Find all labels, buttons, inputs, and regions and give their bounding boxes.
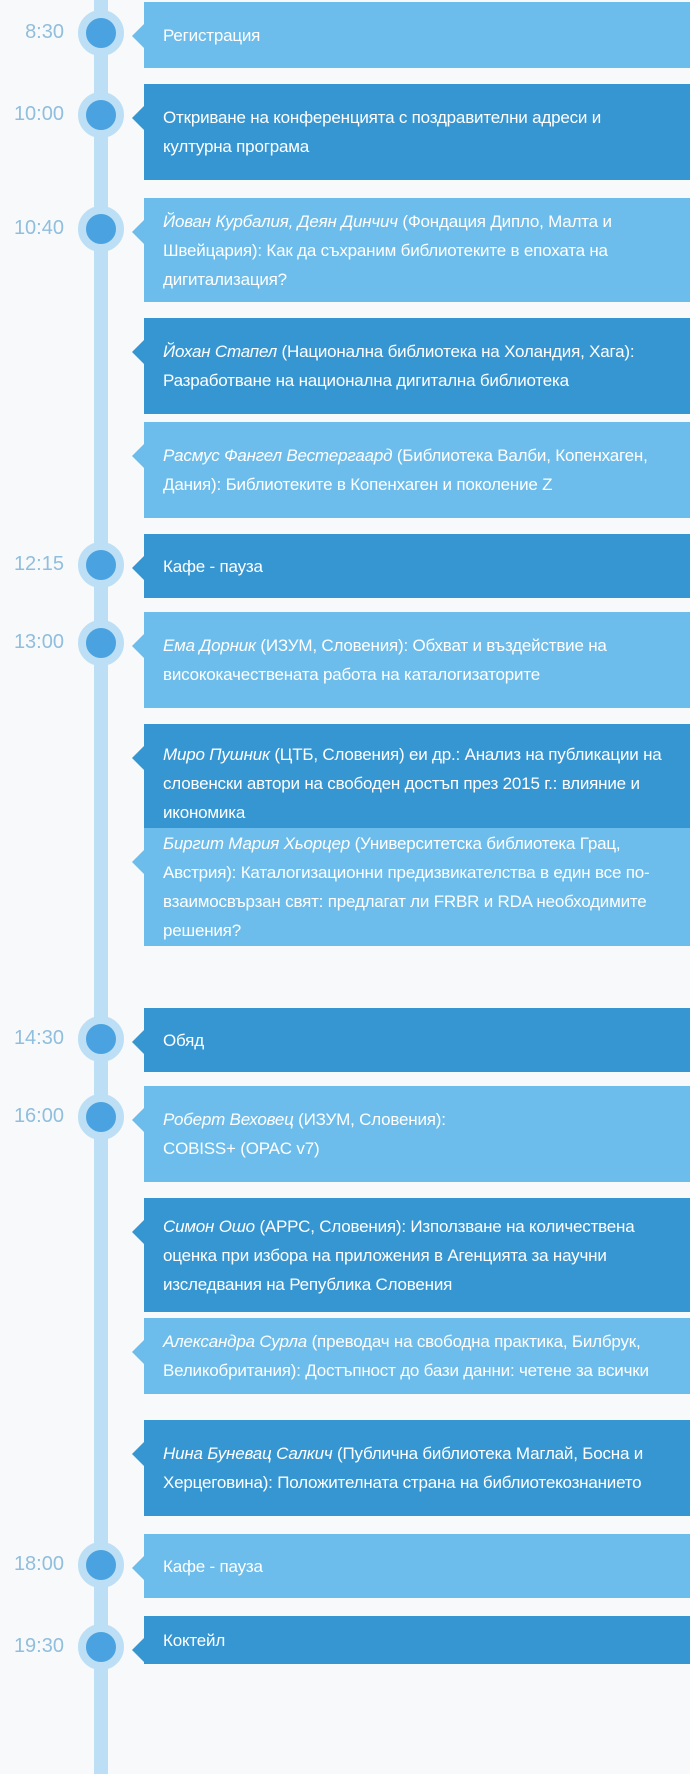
card-pointer — [132, 746, 144, 770]
agenda-description: Обяд — [163, 1030, 204, 1050]
time-label: 8:30 — [25, 21, 64, 43]
card-pointer — [132, 1108, 144, 1132]
agenda-card: Йован Курбалия, Деян Динчич (Фондация Ди… — [132, 198, 690, 302]
speaker-name: Ема Дорник — [163, 636, 256, 655]
agenda-text: Ема Дорник (ИЗУМ, Словения): Обхват и въ… — [163, 631, 666, 689]
timeline-dot — [78, 1094, 124, 1140]
time-label: 12:15 — [13, 553, 64, 575]
speaker-name: Роберт Веховец — [163, 1110, 294, 1129]
schedule-entry: Симон Ошо (АРРС, Словения): Използване н… — [0, 1198, 690, 1312]
card-pointer — [132, 1442, 144, 1466]
agenda-description: Регистрация — [163, 25, 261, 45]
timeline-dot — [78, 1542, 124, 1588]
time-label: 16:00 — [13, 1105, 64, 1127]
schedule-entry: 10:00 Откриване на конференцията с поздра… — [0, 84, 690, 180]
agenda-description: Кафе - пауза — [163, 556, 263, 576]
agenda-text: Расмус Фангел Вестергаард (Библиотека Ва… — [163, 441, 666, 499]
agenda-text: Биргит Мария Хьорцер (Университетска биб… — [163, 829, 666, 945]
schedule-entry: 14:30 Обяд — [0, 1008, 690, 1072]
timeline-dot — [78, 542, 124, 588]
card-pointer — [132, 106, 144, 130]
speaker-name: Биргит Мария Хьорцер — [163, 834, 351, 853]
agenda-text: Коктейл — [163, 1626, 225, 1655]
agenda-text: Александра Сурла (преводач на свободна п… — [163, 1327, 666, 1385]
schedule-entry: Йохан Стапел (Национална библиотека на Х… — [0, 318, 690, 414]
agenda-text: Миро Пушник (ЦТБ, Словения) еи др.: Анал… — [163, 740, 666, 827]
card-pointer — [132, 634, 144, 658]
schedule-entry: 13:00 Ема Дорник (ИЗУМ, Словения): Обхват… — [0, 612, 690, 708]
agenda-text: Кафе - пауза — [163, 1552, 263, 1581]
schedule-entry: 19:30 Коктейл — [0, 1616, 690, 1670]
agenda-card: Александра Сурла (преводач на свободна п… — [132, 1318, 690, 1394]
agenda-card: Нина Буневац Салкич (Публична библиотека… — [132, 1420, 690, 1516]
card-pointer — [132, 1556, 144, 1580]
schedule-entry: Расмус Фангел Вестергаард (Библиотека Ва… — [0, 422, 690, 518]
timeline-dot — [78, 620, 124, 666]
time-label: 10:00 — [13, 103, 64, 125]
card-pointer — [132, 1340, 144, 1364]
card-pointer — [132, 220, 144, 244]
time-label: 10:40 — [13, 217, 64, 239]
card-pointer — [132, 556, 144, 580]
time-label: 18:00 — [13, 1553, 64, 1575]
schedule-entry: 10:40 Йован Курбалия, Деян Динчич (Фондац… — [0, 198, 690, 302]
agenda-card: Расмус Фангел Вестергаард (Библиотека Ва… — [132, 422, 690, 518]
agenda-text: Йован Курбалия, Деян Динчич (Фондация Ди… — [163, 207, 666, 294]
schedule-entry: 18:00 Кафе - пауза — [0, 1534, 690, 1598]
agenda-card: Биргит Мария Хьорцер (Университетска биб… — [132, 828, 690, 946]
time-label: 19:30 — [13, 1635, 64, 1657]
agenda-text: Йохан Стапел (Национална библиотека на Х… — [163, 337, 666, 395]
agenda-text: Симон Ошо (АРРС, Словения): Използване н… — [163, 1212, 666, 1299]
card-pointer — [132, 1030, 144, 1054]
speaker-name: Расмус Фангел Вестергаард — [163, 446, 393, 465]
agenda-card: Коктейл — [132, 1616, 690, 1664]
card-pointer — [132, 444, 144, 468]
speaker-name: Миро Пушник — [163, 744, 270, 764]
agenda-text: Нина Буневац Салкич (Публична библиотека… — [163, 1439, 666, 1497]
time-label: 13:00 — [13, 631, 64, 653]
agenda-text: Обяд — [163, 1026, 204, 1055]
speaker-name: Йован Курбалия, Деян Динчич — [163, 211, 398, 231]
card-pointer — [132, 1220, 144, 1244]
schedule-entry: Миро Пушник (ЦТБ, Словения) еи др.: Анал… — [0, 724, 690, 842]
agenda-card: Кафе - пауза — [132, 1534, 690, 1598]
timeline-dot — [78, 206, 124, 252]
schedule-entry: Нина Буневац Салкич (Публична библиотека… — [0, 1420, 690, 1516]
agenda-text: Откриване на конференцията с поздравител… — [163, 103, 666, 161]
schedule-timeline: 8:30 Регистрация 10:00 Откриване на конфере… — [0, 0, 690, 1774]
timeline-dot — [78, 1624, 124, 1670]
agenda-card: Роберт Веховец (ИЗУМ, Словения): COBISS+… — [132, 1086, 690, 1182]
agenda-card: Миро Пушник (ЦТБ, Словения) еи др.: Анал… — [132, 724, 690, 842]
agenda-text: Роберт Веховец (ИЗУМ, Словения): COBISS+… — [163, 1105, 446, 1163]
agenda-card: Йохан Стапел (Национална библиотека на Х… — [132, 318, 690, 414]
agenda-description: Кафе - пауза — [163, 1556, 263, 1576]
agenda-card: Ема Дорник (ИЗУМ, Словения): Обхват и въ… — [132, 612, 690, 708]
schedule-entry: Александра Сурла (преводач на свободна п… — [0, 1318, 690, 1394]
speaker-name: Йохан Стапел — [163, 342, 278, 361]
timeline-dot — [78, 1016, 124, 1062]
timeline-dot — [78, 92, 124, 138]
card-pointer — [132, 1638, 144, 1662]
agenda-card: Кафе - пауза — [132, 534, 690, 598]
card-pointer — [132, 340, 144, 364]
schedule-entry: 8:30 Регистрация — [0, 2, 690, 68]
timeline-dot — [78, 10, 124, 56]
card-pointer — [132, 850, 144, 874]
speaker-name: Симон Ошо — [163, 1216, 255, 1236]
schedule-entry: 16:00 Роберт Веховец (ИЗУМ, Словения): CO… — [0, 1086, 690, 1182]
schedule-entry: Биргит Мария Хьорцер (Университетска биб… — [0, 828, 690, 946]
agenda-description: Коктейл — [163, 1630, 226, 1650]
agenda-description: Откриване на конференцията с поздравител… — [163, 108, 602, 156]
agenda-card: Симон Ошо (АРРС, Словения): Използване н… — [132, 1198, 690, 1312]
agenda-text: Кафе - пауза — [163, 552, 263, 581]
schedule-entry: 12:15 Кафе - пауза — [0, 534, 690, 598]
speaker-name: Александра Сурла — [163, 1332, 308, 1351]
agenda-card: Регистрация — [132, 2, 690, 68]
agenda-card: Откриване на конференцията с поздравител… — [132, 84, 690, 180]
card-pointer — [132, 24, 144, 48]
speaker-name: Нина Буневац Салкич — [163, 1444, 333, 1463]
agenda-card: Обяд — [132, 1008, 690, 1072]
time-label: 14:30 — [13, 1027, 64, 1049]
agenda-text: Регистрация — [163, 21, 260, 50]
